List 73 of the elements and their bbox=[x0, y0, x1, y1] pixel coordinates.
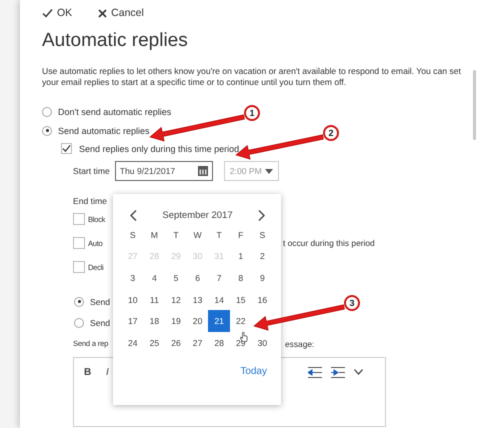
ok-button[interactable]: OK bbox=[42, 7, 72, 19]
checkbox[interactable] bbox=[61, 143, 72, 154]
calendar-day[interactable]: 7 bbox=[208, 267, 230, 289]
calendar-day[interactable]: 13 bbox=[186, 288, 208, 310]
calendar-day[interactable]: 24 bbox=[122, 332, 144, 354]
checkbox-label: t occur during this period bbox=[283, 238, 375, 248]
field-label: End time bbox=[73, 196, 107, 206]
radio-button[interactable] bbox=[74, 296, 84, 306]
italic-button[interactable]: I bbox=[106, 366, 128, 378]
close-icon bbox=[98, 8, 108, 18]
checkbox[interactable] bbox=[73, 213, 85, 225]
decrease-indent-icon[interactable] bbox=[308, 366, 322, 378]
radio-label: Send bbox=[90, 318, 110, 328]
next-month-icon[interactable] bbox=[258, 210, 265, 220]
bold-button[interactable]: B bbox=[84, 366, 106, 378]
calendar-day[interactable]: 6 bbox=[186, 267, 208, 289]
radio-button[interactable] bbox=[42, 126, 52, 136]
weekday-label: W bbox=[192, 228, 203, 242]
month-title: September 2017 bbox=[162, 210, 233, 220]
calendar-day[interactable]: 19 bbox=[165, 310, 187, 332]
caret-icon bbox=[264, 168, 273, 174]
calendar-day[interactable]: 3 bbox=[122, 267, 144, 289]
calendar-day[interactable]: 10 bbox=[122, 288, 144, 310]
radio-label: Send automatic replies bbox=[58, 126, 150, 136]
increase-indent-icon[interactable] bbox=[331, 366, 345, 378]
calendar-day[interactable]: 16 bbox=[252, 288, 274, 310]
radio-label: Send bbox=[90, 296, 110, 306]
calendar-day[interactable]: 9 bbox=[252, 267, 274, 289]
weekday-label: F bbox=[237, 228, 244, 242]
radio-button[interactable] bbox=[74, 318, 84, 328]
calendar-icon bbox=[198, 166, 208, 176]
calendar-day[interactable]: 11 bbox=[144, 288, 166, 310]
cancel-button[interactable]: Cancel bbox=[98, 7, 144, 19]
calendar-day[interactable]: 26 bbox=[165, 332, 187, 354]
calendar-day[interactable]: 27 bbox=[186, 332, 208, 354]
calendar-day[interactable]: 30 bbox=[252, 332, 274, 354]
field-label: Start time bbox=[73, 166, 110, 176]
calendar-day[interactable]: 20 bbox=[186, 310, 208, 332]
radio-label: Don't send automatic replies bbox=[58, 106, 172, 116]
radio-button[interactable] bbox=[42, 106, 52, 116]
chevron-down-icon[interactable] bbox=[354, 369, 363, 375]
calendar-day[interactable]: 22 bbox=[230, 310, 252, 332]
check-icon bbox=[62, 144, 71, 153]
weekday-label: S bbox=[128, 228, 137, 242]
calendar-day[interactable]: 28 bbox=[208, 332, 230, 354]
calendar-day[interactable]: 12 bbox=[165, 288, 187, 310]
weekday-label: S bbox=[258, 228, 266, 242]
calendar-day[interactable]: 1 bbox=[230, 246, 252, 268]
hand-cursor-icon bbox=[240, 332, 248, 342]
message-label: essage: bbox=[285, 339, 314, 351]
date-field[interactable]: Thu 9/21/2017 bbox=[114, 161, 213, 181]
calendar-day[interactable]: 4 bbox=[144, 267, 166, 289]
today-link[interactable]: Today bbox=[240, 366, 267, 377]
previous-month-icon[interactable] bbox=[130, 210, 137, 220]
checkbox-label: Send replies only during this time period bbox=[79, 144, 240, 154]
calendar-day[interactable]: 15 bbox=[230, 288, 252, 310]
weekday-label: T bbox=[216, 228, 223, 242]
calendar-day[interactable]: 21 bbox=[208, 310, 230, 332]
description-text: Use automatic replies to let others know you're on vacation or aren't available to respond to email. You can set your email replies to start at a specific time or to continue until you turn them off. bbox=[42, 66, 462, 88]
calendar-day[interactable]: 17 bbox=[122, 310, 144, 332]
calendar-day[interactable]: 8 bbox=[230, 267, 252, 289]
checkbox[interactable] bbox=[73, 237, 85, 249]
calendar-day[interactable]: 5 bbox=[165, 267, 187, 289]
dialog-title: Automatic replies bbox=[42, 30, 189, 53]
calendar-day[interactable]: 2 bbox=[252, 246, 274, 268]
calendar-day[interactable]: 14 bbox=[208, 288, 230, 310]
check-icon bbox=[42, 8, 53, 18]
calendar-day[interactable]: 18 bbox=[144, 310, 166, 332]
calendar-day[interactable]: 25 bbox=[144, 332, 166, 354]
weekday-label: M bbox=[150, 228, 159, 242]
checkbox[interactable] bbox=[73, 261, 85, 273]
scrollbar[interactable] bbox=[473, 70, 476, 140]
weekday-label: T bbox=[172, 228, 180, 242]
